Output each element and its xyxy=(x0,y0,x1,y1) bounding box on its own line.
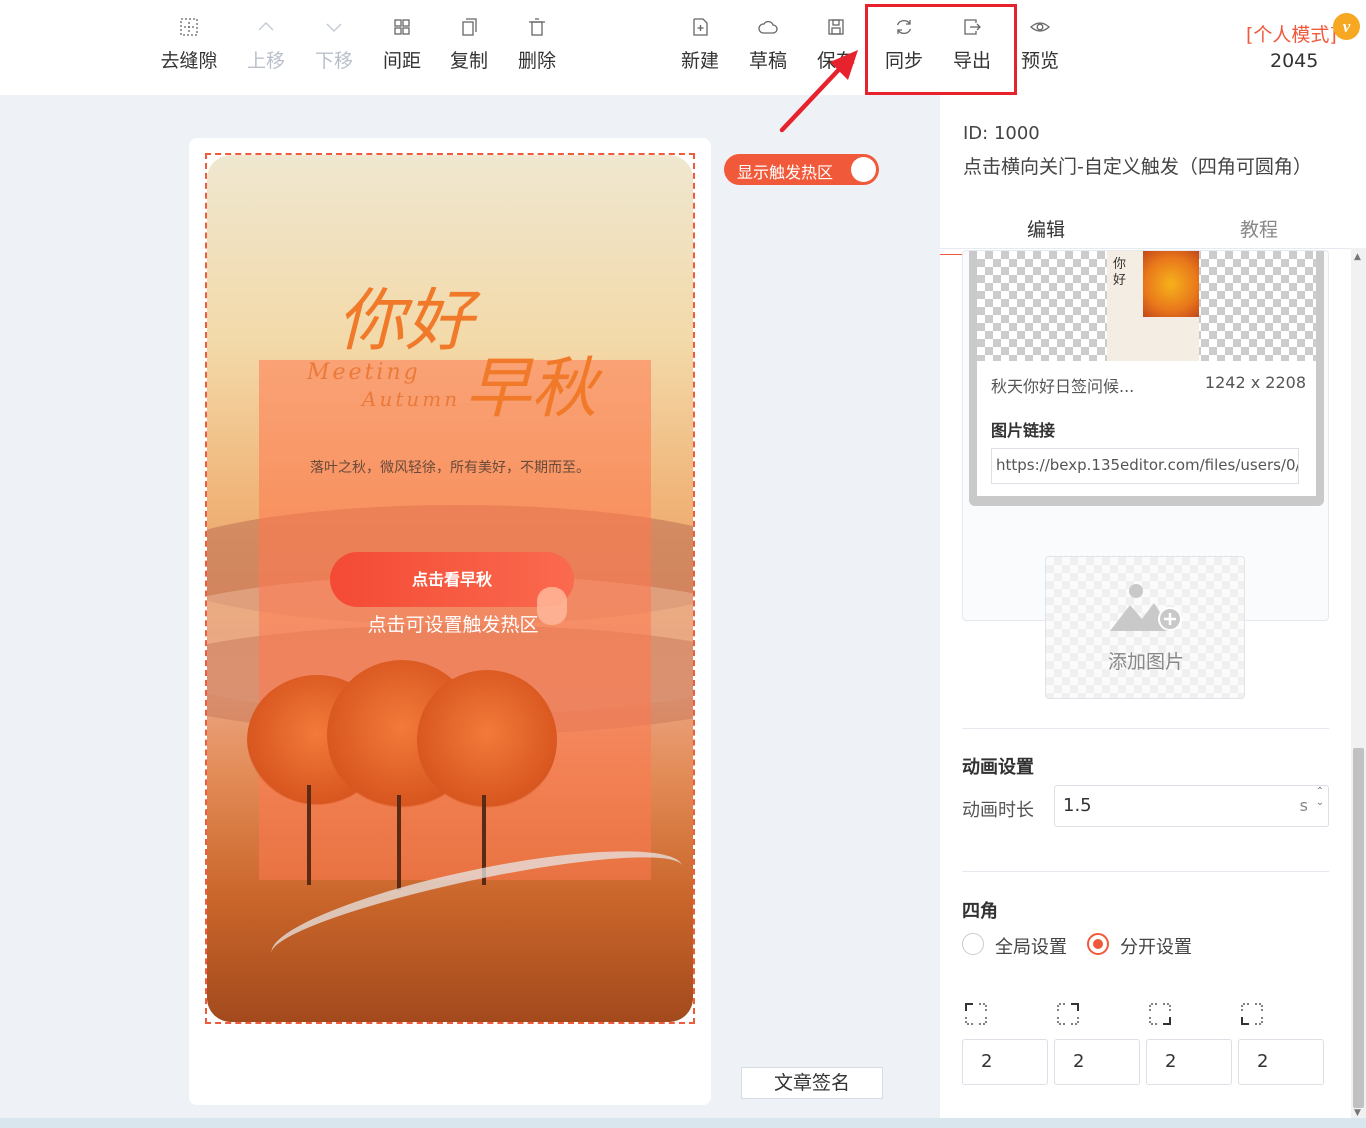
show-hotzone-toggle[interactable]: 显示触发热区 xyxy=(724,154,879,185)
add-image-label: 添加图片 xyxy=(1107,651,1184,673)
remove-gap-button[interactable]: 去缝隙 xyxy=(154,16,224,73)
add-image-button[interactable]: 添加图片 xyxy=(1045,556,1245,699)
corners-section-title: 四角 xyxy=(962,901,998,922)
add-image-icon xyxy=(1110,584,1182,631)
tab-edit[interactable]: 编辑 xyxy=(940,215,1153,255)
duration-input[interactable]: 1.5 s ⌃ ⌄ xyxy=(1054,785,1329,827)
scrollbar-thumb[interactable] xyxy=(1353,748,1364,1108)
chevron-down-icon xyxy=(326,23,342,32)
corner-top-left-input[interactable]: 2 xyxy=(962,1039,1048,1085)
divider xyxy=(962,728,1329,729)
duration-unit: s xyxy=(1299,796,1308,815)
delete-label: 删除 xyxy=(517,50,556,72)
annotation-arrow-icon xyxy=(779,50,858,133)
duration-stepper[interactable]: ⌃ ⌄ xyxy=(1313,786,1327,826)
corner-top-right-input[interactable]: 2 xyxy=(1054,1039,1140,1085)
corner-top-right-icon xyxy=(1057,1003,1079,1025)
spacing-label: 间距 xyxy=(382,50,421,72)
user-number: 2045 xyxy=(1270,50,1319,72)
chevron-up-icon xyxy=(258,22,274,31)
selected-block-outline xyxy=(205,153,695,1024)
corner-bottom-left-icon xyxy=(1241,1003,1263,1025)
move-up-button[interactable]: 上移 xyxy=(231,16,301,73)
image-preview[interactable]: 你 好 xyxy=(977,251,1316,361)
properties-panel: ID: 1000 点击横向关门-自定义触发（四角可圆角） 编辑 教程 你 好 秋… xyxy=(940,95,1366,1128)
new-label: 新建 xyxy=(680,50,719,72)
save-icon xyxy=(828,19,844,35)
move-down-label: 下移 xyxy=(314,50,353,72)
grid-dots-icon xyxy=(180,18,198,36)
spacing-button[interactable]: 间距 xyxy=(367,16,437,73)
global-setting-label: 全局设置 xyxy=(995,937,1067,958)
image-thumbnail: 你 好 xyxy=(1107,251,1199,361)
move-down-button[interactable]: 下移 xyxy=(299,16,369,73)
personal-mode-link[interactable]: [个人模式] xyxy=(1246,20,1337,47)
stepper-down-icon[interactable]: ⌄ xyxy=(1313,797,1327,808)
new-file-icon xyxy=(693,18,708,36)
template-id: ID: 1000 xyxy=(963,123,1040,144)
divider xyxy=(962,871,1329,872)
image-link-label: 图片链接 xyxy=(991,421,1056,440)
article-signature-button[interactable]: 文章签名 xyxy=(741,1067,883,1099)
image-name: 秋天你好日签问候... xyxy=(991,377,1135,396)
toolbar: 去缝隙 上移 下移 间距 复制 删除 新建 草稿 保存 同步 导出 预 xyxy=(0,0,1366,95)
animation-section-title: 动画设置 xyxy=(962,757,1034,778)
separate-setting-radio[interactable] xyxy=(1087,933,1109,955)
vip-badge-icon: v xyxy=(1333,13,1360,40)
copy-icon xyxy=(462,18,477,36)
panel-tabs: 编辑 教程 xyxy=(940,205,1366,255)
copy-button[interactable]: 复制 xyxy=(434,16,504,73)
bottom-strip xyxy=(0,1118,1366,1128)
sync-export-highlight xyxy=(865,4,1017,95)
corner-bottom-right-input[interactable]: 2 xyxy=(1146,1039,1232,1085)
maple-leaf-image xyxy=(1143,251,1199,317)
duration-label: 动画时长 xyxy=(962,800,1034,821)
show-hotzone-label: 显示触发热区 xyxy=(737,163,834,182)
corner-bottom-right-icon xyxy=(1149,1003,1171,1025)
trash-icon xyxy=(529,18,545,36)
eye-icon xyxy=(1030,22,1050,32)
delete-button[interactable]: 删除 xyxy=(502,16,572,73)
panel-scrollbar[interactable]: ▲ ▼ xyxy=(1351,248,1366,1120)
image-size: 1242 x 2208 xyxy=(1204,373,1306,392)
toggle-knob xyxy=(851,157,876,182)
image-card-inner: 你 好 秋天你好日签问候... 1242 x 2208 图片链接 https:/… xyxy=(969,251,1324,506)
stepper-up-icon[interactable]: ⌃ xyxy=(1313,786,1327,797)
move-up-label: 上移 xyxy=(246,50,285,72)
image-link-input[interactable]: https://bexp.135editor.com/files/users/0… xyxy=(991,448,1299,484)
image-info: 秋天你好日签问候... 1242 x 2208 图片链接 https://bex… xyxy=(977,361,1316,496)
corner-top-left-icon xyxy=(965,1003,987,1025)
copy-label: 复制 xyxy=(449,50,488,72)
remove-gap-label: 去缝隙 xyxy=(160,50,218,72)
cloud-icon xyxy=(758,20,778,34)
duration-value: 1.5 xyxy=(1063,795,1092,816)
separate-setting-label: 分开设置 xyxy=(1120,937,1192,958)
scroll-up-icon[interactable]: ▲ xyxy=(1354,252,1361,262)
thumbnail-text: 你 好 xyxy=(1113,257,1127,288)
template-name: 点击横向关门-自定义触发（四角可圆角） xyxy=(963,156,1312,178)
spacing-icon xyxy=(394,19,410,35)
scroll-down-icon[interactable]: ▼ xyxy=(1354,1108,1361,1118)
global-setting-radio[interactable] xyxy=(962,933,984,955)
tab-tutorial[interactable]: 教程 xyxy=(1240,215,1278,242)
corner-bottom-left-input[interactable]: 2 xyxy=(1238,1039,1324,1085)
new-button[interactable]: 新建 xyxy=(665,16,735,73)
